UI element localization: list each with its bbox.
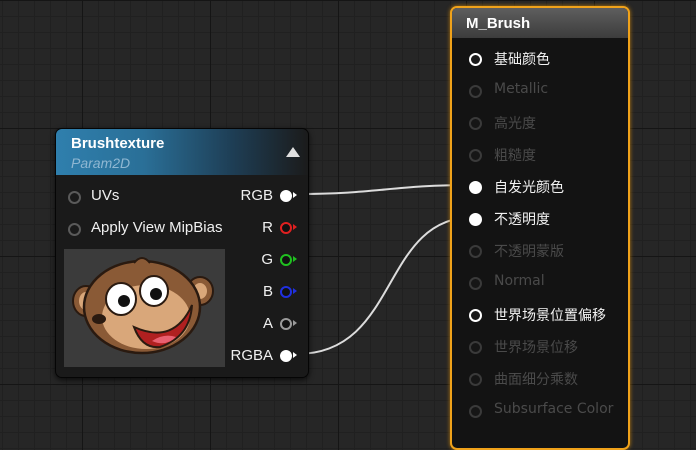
uvs-input-pin[interactable]: [68, 191, 81, 204]
material-pin-label: 基础颜色: [494, 52, 550, 68]
material-result-node[interactable]: M_Brush 基础颜色 Metallic 高光度 粗糙度 自发光颜色 不透明度…: [450, 6, 630, 450]
g-output-pin[interactable]: [280, 254, 292, 266]
material-pin-row[interactable]: Normal: [452, 267, 628, 299]
r-arrow-icon: [293, 224, 297, 230]
a-arrow-icon: [293, 320, 297, 326]
node-body: UVs Apply View MipBias RGB R G B A RGBA: [56, 175, 308, 377]
wire-rgb-to-emissive[interactable]: [296, 184, 475, 195]
material-pin-label: 不透明度: [494, 212, 550, 228]
material-input-pin[interactable]: [469, 181, 482, 194]
material-pin-row[interactable]: 粗糙度: [452, 139, 628, 171]
material-pin-label: 粗糙度: [494, 148, 536, 164]
material-input-pin[interactable]: [469, 341, 482, 354]
material-input-pin[interactable]: [469, 213, 482, 226]
output-label-b: B: [262, 283, 273, 300]
a-output-pin[interactable]: [280, 318, 292, 330]
material-input-pin[interactable]: [469, 277, 482, 290]
r-output-pin[interactable]: [280, 222, 292, 234]
material-pin-row[interactable]: 不透明度: [452, 203, 628, 235]
material-pin-label: 世界场景位移: [494, 340, 578, 356]
material-pin-label: Subsurface Color: [494, 401, 614, 417]
output-label-r: R: [262, 219, 273, 236]
material-input-pin[interactable]: [469, 405, 482, 418]
material-pin-row[interactable]: 基础颜色: [452, 43, 628, 75]
b-arrow-icon: [293, 288, 297, 294]
material-pin-label: 高光度: [494, 116, 536, 132]
material-pin-row[interactable]: 世界场景位移: [452, 331, 628, 363]
material-input-pin[interactable]: [469, 117, 482, 130]
output-label-rgb: RGB: [240, 187, 273, 204]
material-pin-row[interactable]: Metallic: [452, 75, 628, 107]
material-input-pin[interactable]: [469, 245, 482, 258]
material-pin-label: 自发光颜色: [494, 180, 564, 196]
material-pin-row[interactable]: 不透明蒙版: [452, 235, 628, 267]
material-pin-label: Metallic: [494, 81, 549, 97]
output-label-a: A: [262, 315, 273, 332]
texture-preview: [64, 249, 225, 367]
material-node-title: M_Brush: [466, 15, 531, 32]
g-arrow-icon: [293, 256, 297, 262]
material-input-pin[interactable]: [469, 53, 482, 66]
rgb-arrow-icon: [293, 192, 297, 198]
monkey-face-icon: [72, 257, 214, 355]
material-input-pin[interactable]: [469, 373, 482, 386]
material-pin-row[interactable]: 自发光颜色: [452, 171, 628, 203]
rgba-output-pin[interactable]: [280, 350, 292, 362]
mipbias-input-pin[interactable]: [68, 223, 81, 236]
material-pin-label: 不透明蒙版: [494, 244, 564, 260]
input-label-uvs: UVs: [91, 187, 120, 204]
material-pin-row[interactable]: Subsurface Color: [452, 395, 628, 427]
wire-rgba-to-opacity[interactable]: [296, 216, 475, 355]
material-node-header[interactable]: M_Brush: [452, 8, 628, 38]
output-label-rgba: RGBA: [230, 347, 273, 364]
material-input-pin[interactable]: [469, 149, 482, 162]
material-input-pin[interactable]: [469, 309, 482, 322]
texture-parameter-node[interactable]: Brushtexture Param2D UVs Apply View MipB…: [55, 128, 309, 378]
b-output-pin[interactable]: [280, 286, 292, 298]
node-header[interactable]: Brushtexture Param2D: [56, 129, 308, 175]
node-title: Brushtexture: [71, 135, 165, 152]
material-pin-label: 世界场景位置偏移: [494, 308, 606, 324]
material-pin-label: Normal: [494, 273, 545, 289]
material-pin-label: 曲面细分乘数: [494, 372, 578, 388]
material-pin-row[interactable]: 高光度: [452, 107, 628, 139]
material-pin-row[interactable]: 世界场景位置偏移: [452, 299, 628, 331]
rgb-output-pin[interactable]: [280, 190, 292, 202]
material-input-pin[interactable]: [469, 85, 482, 98]
collapse-arrow-icon[interactable]: [286, 147, 300, 157]
output-label-g: G: [261, 251, 273, 268]
input-label-mipbias: Apply View MipBias: [91, 219, 223, 236]
rgba-arrow-icon: [293, 352, 297, 358]
material-pin-row[interactable]: 曲面细分乘数: [452, 363, 628, 395]
node-subtitle: Param2D: [71, 155, 131, 171]
